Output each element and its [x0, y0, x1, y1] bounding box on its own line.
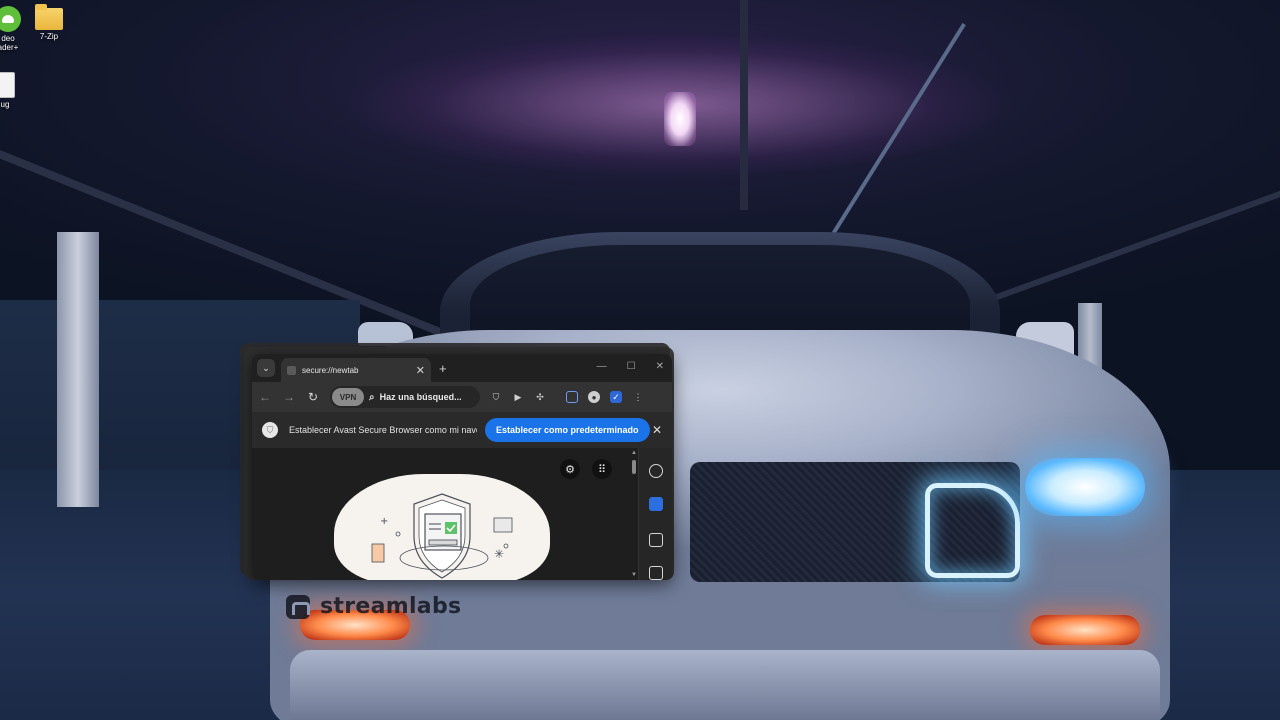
ceiling-light [664, 92, 696, 146]
tab-title: secure://newtab [302, 365, 359, 375]
history-icon[interactable] [649, 566, 663, 580]
forward-button[interactable]: → [282, 390, 296, 404]
page-favicon-icon [287, 365, 296, 375]
shield-illustration-icon: + ✳ [371, 493, 513, 579]
streamlabs-watermark: streamlabs [286, 594, 461, 619]
chevron-down-icon: ⌄ [262, 362, 270, 373]
desktop-icon-label: ug [0, 100, 10, 109]
ceiling-pipe [740, 0, 748, 210]
content-scrollbar[interactable]: ▲ ▼ [630, 448, 638, 580]
car-bumper [290, 650, 1160, 720]
svg-text:✳: ✳ [494, 547, 504, 561]
streamlabs-logo-icon [286, 594, 310, 619]
browser-sidepanel [638, 448, 672, 580]
video-downloader-icon [0, 6, 21, 32]
puzzle-extensions-icon[interactable]: ✣ [534, 391, 546, 403]
vpn-toggle[interactable]: VPN [332, 388, 364, 406]
tab-search-button[interactable]: ⌄ [257, 359, 275, 377]
security-illustration: + ✳ [334, 474, 550, 580]
desktop-icon-label: 7-Zip [39, 32, 59, 41]
address-bar-text: Haz una búsqued... [379, 392, 462, 402]
sidebar-toggle-icon[interactable] [566, 391, 578, 403]
set-default-button[interactable]: Establecer como predeterminado [485, 418, 650, 442]
scroll-down-icon[interactable]: ▼ [630, 572, 638, 578]
profile-avatar-icon[interactable]: ● [588, 391, 600, 403]
browser-toolbar: ← → ↻ VPN ⌕ Haz una búsqued... ⛉ ▶ ✣ ● ✓… [252, 382, 672, 412]
wallet-icon[interactable] [649, 533, 663, 547]
svg-text:+: + [380, 516, 388, 527]
maximize-button[interactable]: ☐ [627, 361, 636, 372]
browser-window[interactable]: ⌄ secure://newtab ✕ + — ☐ ✕ ← → ↻ VPN ⌕ … [252, 354, 672, 580]
search-privacy-icon[interactable] [649, 464, 663, 478]
new-tab-button[interactable]: + [439, 361, 447, 376]
infobar-message: Establecer Avast Secure Browser como mi … [289, 425, 477, 435]
reload-button[interactable]: ↻ [306, 390, 320, 404]
newtab-content: ⚙ ⠿ + ✳ [252, 448, 636, 580]
address-bar[interactable]: VPN ⌕ Haz una búsqued... [330, 386, 480, 408]
shield-extension-icon[interactable]: ⛉ [490, 391, 502, 403]
back-button[interactable]: ← [258, 390, 272, 404]
desktop-icon-7zip[interactable]: 7-Zip [19, 4, 79, 41]
tab-newtab[interactable]: secure://newtab ✕ [281, 358, 431, 382]
car-daytime-light [925, 483, 1020, 578]
close-window-button[interactable]: ✕ [656, 361, 664, 372]
tab-close-icon[interactable]: ✕ [416, 364, 425, 377]
video-extension-icon[interactable]: ▶ [512, 391, 524, 403]
desktop-icon-file[interactable]: ug [0, 72, 35, 109]
apps-grid-icon[interactable]: ⠿ [592, 459, 612, 479]
browser-menu-button[interactable]: ⋮ [632, 391, 644, 403]
security-check-icon[interactable]: ✓ [610, 391, 622, 403]
folder-icon [35, 4, 63, 30]
messenger-icon[interactable] [649, 497, 663, 511]
gear-icon[interactable]: ⚙ [560, 459, 580, 479]
car-headlight [1025, 458, 1145, 516]
default-browser-infobar: ⛉ Establecer Avast Secure Browser como m… [252, 412, 672, 448]
ceiling-cable [830, 22, 966, 238]
garage-pillar [57, 232, 99, 507]
scroll-up-icon[interactable]: ▲ [630, 450, 638, 456]
watermark-text: streamlabs [320, 594, 462, 619]
scroll-thumb[interactable] [632, 460, 636, 474]
ceiling-beam [980, 190, 1280, 306]
search-icon: ⌕ [369, 391, 375, 403]
tab-bar: ⌄ secure://newtab ✕ + — ☐ ✕ [252, 354, 672, 382]
car-foglight [1030, 615, 1140, 645]
avast-shield-icon: ⛉ [262, 422, 278, 438]
minimize-button[interactable]: — [597, 361, 607, 372]
file-icon [0, 72, 15, 98]
window-controls: — ☐ ✕ [597, 361, 664, 372]
infobar-close-button[interactable]: ✕ [652, 423, 662, 437]
